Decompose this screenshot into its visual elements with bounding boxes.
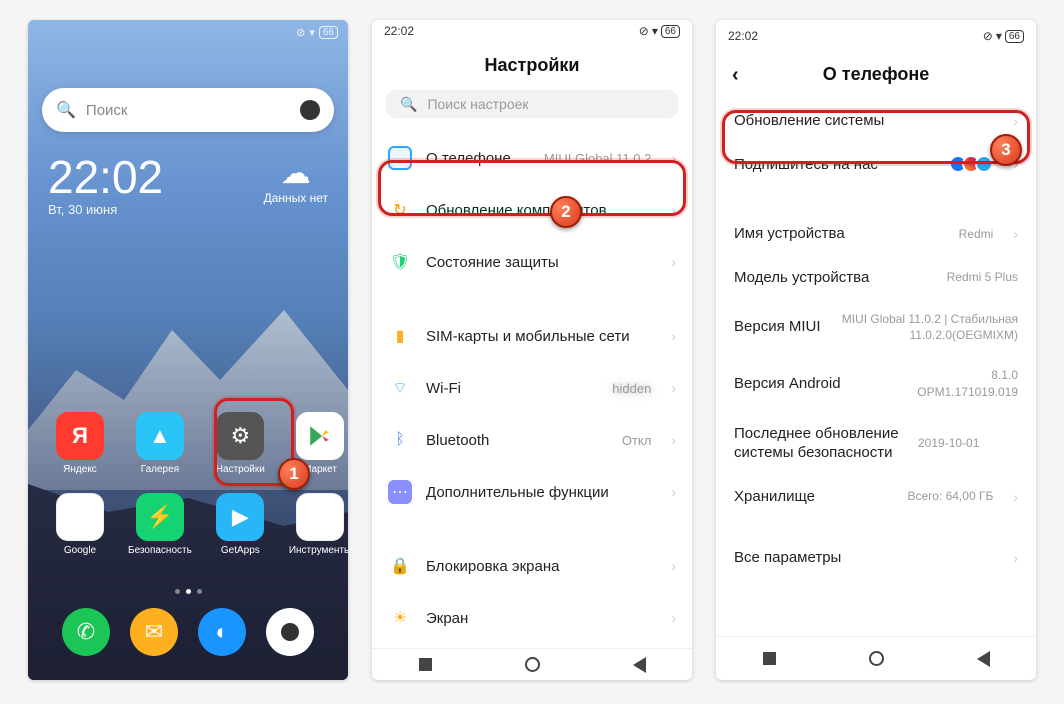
app-yandex[interactable]: ЯЯндекс (56, 412, 104, 475)
screen-settings: 22:02 ⊘▾66 Настройки 🔍 Поиск настроек О … (372, 20, 692, 680)
battery-indicator: 66 (319, 26, 338, 39)
dock-camera[interactable] (266, 608, 314, 656)
app-security[interactable]: ⚡Безопасность (128, 493, 192, 556)
section-device: 🔒 Блокировка экрана › ☀ Экран › (372, 536, 692, 648)
sim-icon: ▮ (388, 324, 412, 348)
status-time: 22:02 (384, 24, 414, 38)
search-icon: 🔍 (400, 96, 417, 113)
clock-time: 22:02 (48, 154, 163, 200)
dock-phone[interactable]: ✆ (62, 608, 110, 656)
row-more-functions[interactable]: ⋯ Дополнительные функции › (372, 466, 692, 518)
row-wifi[interactable]: ⌔ Wi-Fi hidden › (372, 362, 692, 414)
chevron-right-icon: › (1013, 489, 1018, 505)
more-icon: ⋯ (388, 480, 412, 504)
row-sim[interactable]: ▮ SIM-карты и мобильные сети › (372, 310, 692, 362)
mic-icon[interactable] (300, 100, 320, 120)
bluetooth-icon: ᛒ (388, 428, 412, 452)
status-bar: 22:02 ⊘▾66 (372, 20, 692, 43)
page-title: ‹ О телефоне (716, 52, 1036, 99)
battery-indicator: 66 (661, 25, 680, 38)
row-device-name[interactable]: Имя устройства Redmi › (716, 212, 1036, 256)
callout-step3 (722, 110, 1030, 164)
wifi-icon: ⌔ (388, 376, 412, 400)
nav-recent[interactable] (419, 658, 432, 671)
app-google[interactable]: Google (56, 493, 104, 556)
shield-icon: 🛡 (388, 250, 412, 274)
chevron-right-icon: › (671, 432, 676, 448)
clock-date: Вт, 30 июня (48, 202, 163, 217)
status-bar: ⊘ ▾ 66 (296, 26, 338, 39)
page-indicator (28, 589, 348, 594)
wifi-value-blurred: hidden (612, 380, 651, 398)
row-bluetooth[interactable]: ᛒ Bluetooth Откл › (372, 414, 692, 466)
badge-3: 3 (990, 134, 1022, 166)
app-gallery[interactable]: ▲Галерея (128, 412, 192, 475)
status-time: 22:02 (728, 29, 758, 43)
app-tools[interactable]: Инструменты (289, 493, 348, 556)
chevron-right-icon: › (671, 610, 676, 626)
search-placeholder: Поиск настроек (427, 96, 528, 112)
badge-1: 1 (278, 458, 310, 490)
nav-home[interactable] (869, 651, 884, 666)
no-sim-icon: ⊘ (639, 24, 649, 38)
chevron-right-icon: › (671, 328, 676, 344)
screen-about-phone: 22:02 ⊘▾66 ‹ О телефоне Обновление систе… (716, 20, 1036, 680)
dock: ✆ ✉ ◐ (62, 608, 314, 656)
weather-widget[interactable]: ☁ Данных нет (264, 156, 328, 205)
badge-2: 2 (550, 196, 582, 228)
chevron-right-icon: › (1013, 226, 1018, 242)
app-getapps[interactable]: ▶GetApps (216, 493, 265, 556)
sun-icon: ☀ (388, 606, 412, 630)
wifi-icon: ▾ (309, 26, 315, 39)
page-title: Настройки (372, 43, 692, 90)
no-sim-icon: ⊘ (983, 29, 993, 43)
row-lockscreen[interactable]: 🔒 Блокировка экрана › (372, 540, 692, 592)
battery-indicator: 66 (1005, 30, 1024, 43)
section-network: ▮ SIM-карты и мобильные сети › ⌔ Wi-Fi h… (372, 306, 692, 522)
screen-home: ⊘ ▾ 66 🔍 Поиск 22:02 Вт, 30 июня ☁ Данны… (28, 20, 348, 680)
chevron-right-icon: › (1013, 550, 1018, 566)
lock-icon: 🔒 (388, 554, 412, 578)
search-bar[interactable]: 🔍 Поиск (42, 88, 334, 132)
nav-home[interactable] (525, 657, 540, 672)
chevron-right-icon: › (671, 254, 676, 270)
row-security-state[interactable]: 🛡 Состояние защиты › (372, 236, 692, 288)
nav-back[interactable] (633, 657, 646, 673)
chevron-right-icon: › (671, 380, 676, 396)
nav-bar (372, 648, 692, 680)
status-bar: 22:02 ⊘▾66 (716, 20, 1036, 52)
row-miui-version[interactable]: Версия MIUI MIUI Global 11.0.2 | Стабиль… (716, 299, 1036, 355)
row-screen[interactable]: ☀ Экран › (372, 592, 692, 644)
nav-back[interactable] (977, 651, 990, 667)
dock-messages[interactable]: ✉ (130, 608, 178, 656)
chevron-right-icon: › (671, 558, 676, 574)
row-android-version[interactable]: Версия Android 8.1.0 OPM1.171019.019 (716, 355, 1036, 411)
row-storage[interactable]: Хранилище Всего: 64,00 ГБ › (716, 475, 1036, 519)
wifi-icon: ▾ (996, 29, 1002, 43)
wifi-icon: ▾ (652, 24, 658, 38)
settings-search[interactable]: 🔍 Поиск настроек (386, 90, 678, 119)
row-security-patch[interactable]: Последнее обновление системы безопасност… (716, 412, 1036, 475)
weather-text: Данных нет (264, 191, 328, 205)
nav-recent[interactable] (763, 652, 776, 665)
clock-widget[interactable]: 22:02 Вт, 30 июня (48, 154, 163, 217)
row-model[interactable]: Модель устройства Redmi 5 Plus (716, 256, 1036, 300)
search-placeholder: Поиск (86, 102, 290, 119)
cloud-icon: ☁ (264, 156, 328, 191)
row-all-params[interactable]: Все параметры › (716, 536, 1036, 580)
chevron-right-icon: › (671, 484, 676, 500)
nav-bar (716, 636, 1036, 680)
dock-browser[interactable]: ◐ (198, 608, 246, 656)
callout-step2 (378, 160, 686, 216)
no-sim-icon: ⊘ (296, 26, 305, 39)
back-button[interactable]: ‹ (732, 64, 739, 87)
search-icon: 🔍 (56, 100, 76, 120)
